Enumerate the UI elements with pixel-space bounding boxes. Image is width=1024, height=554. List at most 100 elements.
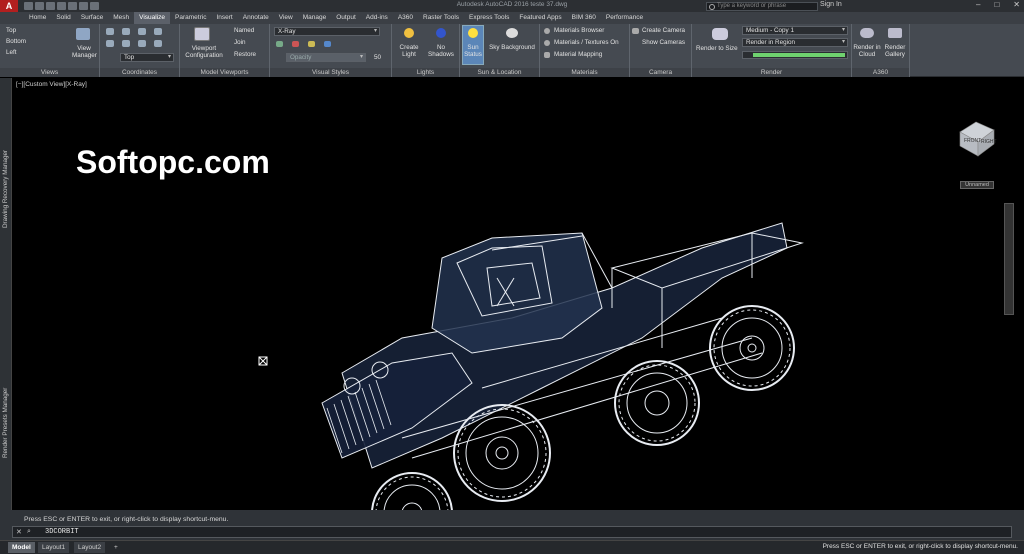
camera-icon	[632, 28, 639, 34]
tab-bim-360[interactable]: BIM 360	[567, 12, 601, 24]
ucs-x-icon[interactable]	[138, 28, 146, 35]
panel-a360: Render in Cloud Render Gallery A360	[852, 24, 910, 77]
panel-title-lights: Lights	[392, 68, 459, 77]
opacity-field[interactable]: Opacity	[286, 53, 366, 62]
render-to-size-button[interactable]: Render to Size	[696, 45, 738, 52]
tab-solid[interactable]: Solid	[51, 12, 75, 24]
tab-view[interactable]: View	[274, 12, 298, 24]
tab-insert[interactable]: Insert	[211, 12, 237, 24]
status-bar: Model Layout1 Layout2 + Press ESC or ENT…	[0, 540, 1024, 554]
ribbon: Top Bottom Left View Manager Views Top C…	[0, 24, 1024, 77]
viewcube[interactable]: FRONT RIGHT	[952, 110, 1002, 160]
ucs-y-icon[interactable]	[154, 28, 162, 35]
viewport-config-icon[interactable]	[194, 27, 210, 41]
navigation-bar[interactable]	[1004, 203, 1014, 315]
opacity-value[interactable]: 50	[374, 54, 381, 61]
create-light-button[interactable]: Create Light	[394, 44, 424, 58]
sky-icon[interactable]	[506, 28, 518, 38]
minimize-icon[interactable]: –	[976, 0, 980, 9]
mapping-icon	[544, 52, 550, 58]
drawing-viewport[interactable]: [−][Custom View][X-Ray] Softopc.com FRON…	[12, 78, 1024, 510]
title-bar: A Autodesk AutoCAD 2016 teste 37.dwg Typ…	[0, 0, 1024, 12]
tab-annotate[interactable]: Annotate	[238, 12, 274, 24]
render-in-cloud-button[interactable]: Render in Cloud	[852, 44, 882, 58]
ucs-icon[interactable]	[106, 28, 114, 35]
render-region-select[interactable]: Render in Region	[742, 38, 848, 47]
tab-raster-tools[interactable]: Raster Tools	[418, 12, 464, 24]
tab-mesh[interactable]: Mesh	[108, 12, 134, 24]
visual-style-select[interactable]: X-Ray	[274, 27, 380, 36]
show-cameras-button[interactable]: Show Cameras	[642, 39, 685, 46]
close-icon[interactable]: ✕	[1013, 0, 1020, 9]
cloud-icon[interactable]	[860, 28, 874, 38]
gallery-icon[interactable]	[888, 28, 902, 38]
ucs-z-icon[interactable]	[154, 40, 162, 47]
panel-title-render: Render	[692, 68, 851, 77]
shadow-ball-icon[interactable]	[436, 28, 446, 38]
light-bulb-icon[interactable]	[404, 28, 414, 38]
add-layout-button[interactable]: +	[110, 542, 122, 553]
shadow-icon[interactable]	[324, 41, 331, 47]
tab-parametric[interactable]: Parametric	[170, 12, 211, 24]
command-search-icon[interactable]: ⌕	[27, 528, 31, 536]
material-mapping-button[interactable]: Material Mapping	[554, 51, 602, 58]
tab-home[interactable]: Home	[24, 12, 51, 24]
tab-layout1[interactable]: Layout1	[38, 542, 70, 553]
maximize-icon[interactable]: □	[994, 0, 999, 9]
named-viewports-button[interactable]: Named	[234, 27, 254, 34]
drawing-recovery-manager-tab[interactable]: Drawing Recovery Manager	[2, 150, 9, 228]
viewcube-right-label: RIGHT	[981, 139, 997, 145]
command-close-icon[interactable]: ✕	[16, 528, 22, 536]
tab-featured-apps[interactable]: Featured Apps	[514, 12, 566, 24]
tab-express-tools[interactable]: Express Tools	[464, 12, 514, 24]
face-color-icon[interactable]	[292, 41, 299, 47]
panel-coordinates: Top Coordinates	[100, 24, 180, 77]
ucs-origin-icon[interactable]	[106, 40, 114, 47]
edge-icon[interactable]	[276, 41, 283, 47]
panel-title-coordinates: Coordinates	[100, 68, 179, 77]
materials-textures-toggle[interactable]: Materials / Textures On	[554, 39, 619, 46]
render-presets-manager-tab[interactable]: Render Presets Manager	[2, 388, 9, 458]
tab-surface[interactable]: Surface	[76, 12, 108, 24]
render-preset-select[interactable]: Medium - Copy 1	[742, 26, 848, 35]
ucs-world-icon[interactable]	[122, 28, 130, 35]
view-manager-button[interactable]: View Manager	[72, 45, 97, 59]
ucs-view-icon[interactable]	[122, 40, 130, 47]
tab-model[interactable]: Model	[8, 542, 35, 553]
tab-performance[interactable]: Performance	[601, 12, 648, 24]
ucs-select[interactable]: Top	[120, 53, 174, 62]
search-input[interactable]: Type a keyword or phrase	[706, 2, 818, 11]
view-manager-icon[interactable]	[76, 28, 90, 40]
panel-title-sun-location: Sun & Location	[460, 68, 539, 77]
restore-viewports-button[interactable]: Restore	[234, 51, 256, 58]
materials-browser-button[interactable]: Materials Browser	[554, 27, 604, 34]
tab-add-ins[interactable]: Add-ins	[361, 12, 393, 24]
truck-wireframe-model[interactable]	[282, 138, 822, 510]
join-viewports-button[interactable]: Join	[234, 39, 246, 46]
render-gallery-button[interactable]: Render Gallery	[880, 44, 910, 58]
sign-in-button[interactable]: Sign In	[820, 1, 842, 8]
ucs-object-icon[interactable]	[138, 40, 146, 47]
render-teapot-icon[interactable]	[712, 28, 728, 40]
viewport-label[interactable]: [−][Custom View][X-Ray]	[16, 81, 87, 88]
view-top[interactable]: Top	[6, 27, 16, 34]
tab-a360[interactable]: A360	[393, 12, 418, 24]
viewport-configuration-button[interactable]: Viewport Configuration	[182, 45, 226, 59]
create-camera-button[interactable]: Create Camera	[642, 27, 685, 34]
no-shadows-button[interactable]: No Shadows	[426, 44, 456, 58]
wcs-menu[interactable]: Unnamed	[960, 181, 994, 189]
view-bottom[interactable]: Bottom	[6, 38, 26, 45]
command-line-input[interactable]: ✕ ⌕ 3DCORBIT	[12, 526, 1012, 538]
tab-visualize[interactable]: Visualize	[134, 12, 171, 24]
sky-background-button[interactable]: Sky Background	[486, 44, 538, 51]
lighting-icon[interactable]	[308, 41, 315, 47]
panel-camera: Create Camera Show Cameras Camera	[630, 24, 692, 77]
tab-manage[interactable]: Manage	[298, 12, 332, 24]
render-progress	[742, 51, 848, 59]
side-palette-strip: Drawing Recovery Manager Render Presets …	[0, 78, 12, 510]
panel-title-a360: A360	[852, 68, 909, 77]
view-left[interactable]: Left	[6, 49, 17, 56]
tab-output[interactable]: Output	[331, 12, 361, 24]
command-history: Press ESC or ENTER to exit, or right-cli…	[24, 516, 229, 523]
tab-layout2[interactable]: Layout2	[74, 542, 106, 553]
